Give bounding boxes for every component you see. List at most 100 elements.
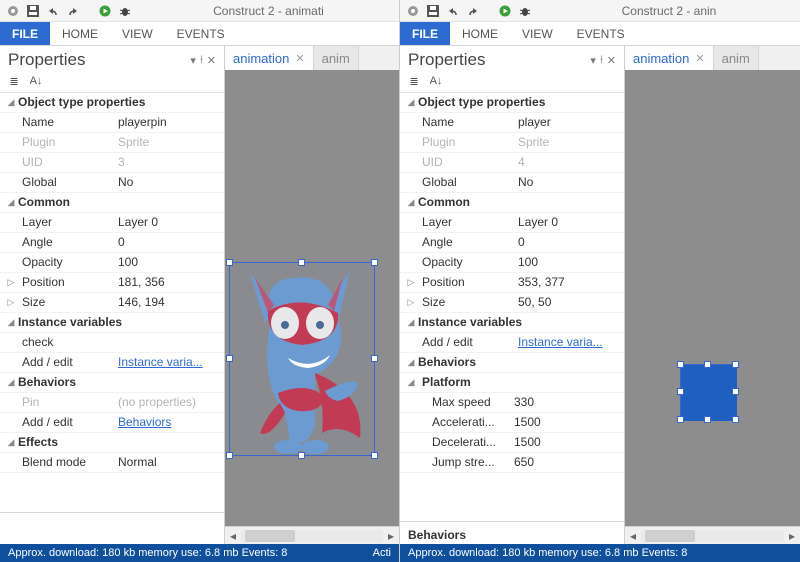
prop-angle-value[interactable]: 0 bbox=[518, 233, 624, 252]
prop-decel-value[interactable]: 1500 bbox=[514, 433, 624, 452]
resize-handle[interactable] bbox=[226, 452, 233, 459]
expand-icon[interactable]: ▷ bbox=[4, 293, 18, 312]
sort-icon[interactable]: A↓ bbox=[28, 74, 44, 88]
prop-accel-value[interactable]: 1500 bbox=[514, 413, 624, 432]
layout-canvas[interactable] bbox=[625, 70, 800, 526]
undo-icon[interactable] bbox=[46, 4, 60, 18]
tab-secondary[interactable]: anim bbox=[314, 46, 359, 70]
prop-angle-value[interactable]: 0 bbox=[118, 233, 224, 252]
prop-position-value[interactable]: 353, 377 bbox=[518, 273, 624, 292]
prop-opacity-value[interactable]: 100 bbox=[118, 253, 224, 272]
resize-handle[interactable] bbox=[226, 259, 233, 266]
scroll-left-icon[interactable]: ◂ bbox=[625, 529, 641, 543]
pin-icon[interactable]: ⟊ bbox=[600, 54, 603, 67]
behaviors-link[interactable]: Behaviors bbox=[118, 413, 224, 432]
expand-icon[interactable]: ▷ bbox=[404, 293, 418, 312]
tab-secondary[interactable]: anim bbox=[714, 46, 759, 70]
prop-name-value[interactable]: player bbox=[518, 113, 624, 132]
selection-box[interactable] bbox=[680, 364, 736, 420]
prop-global-value[interactable]: No bbox=[518, 173, 624, 192]
collapse-icon[interactable]: ◢ bbox=[404, 373, 418, 392]
prop-name-value[interactable]: playerpin bbox=[118, 113, 224, 132]
resize-handle[interactable] bbox=[677, 416, 684, 423]
close-icon[interactable]: ✕ bbox=[295, 52, 304, 65]
debug-icon[interactable] bbox=[518, 4, 532, 18]
menu-home[interactable]: HOME bbox=[50, 22, 110, 45]
resize-handle[interactable] bbox=[371, 355, 378, 362]
save-icon[interactable] bbox=[426, 4, 440, 18]
scroll-right-icon[interactable]: ▸ bbox=[784, 529, 800, 543]
resize-handle[interactable] bbox=[732, 416, 739, 423]
h-scrollbar[interactable]: ◂▸ bbox=[625, 526, 800, 544]
close-icon[interactable]: ✕ bbox=[695, 52, 704, 65]
resize-handle[interactable] bbox=[298, 259, 305, 266]
menu-events[interactable]: EVENTS bbox=[165, 22, 237, 45]
menu-home[interactable]: HOME bbox=[450, 22, 510, 45]
play-icon[interactable] bbox=[498, 4, 512, 18]
resize-handle[interactable] bbox=[704, 416, 711, 423]
resize-handle[interactable] bbox=[226, 355, 233, 362]
resize-handle[interactable] bbox=[371, 452, 378, 459]
collapse-icon[interactable]: ◢ bbox=[4, 93, 18, 112]
prop-size-value[interactable]: 50, 50 bbox=[518, 293, 624, 312]
collapse-icon[interactable]: ◢ bbox=[404, 353, 418, 372]
scroll-right-icon[interactable]: ▸ bbox=[383, 529, 399, 543]
pin-icon[interactable]: ⟊ bbox=[200, 54, 203, 67]
scroll-thumb[interactable] bbox=[245, 530, 295, 542]
menu-events[interactable]: EVENTS bbox=[565, 22, 637, 45]
dropdown-icon[interactable]: ▾ bbox=[190, 54, 196, 67]
resize-handle[interactable] bbox=[677, 388, 684, 395]
undo-icon[interactable] bbox=[446, 4, 460, 18]
close-icon[interactable]: ✕ bbox=[207, 54, 216, 67]
close-icon[interactable]: ✕ bbox=[607, 54, 616, 67]
collapse-icon[interactable]: ◢ bbox=[4, 193, 18, 212]
collapse-icon[interactable]: ◢ bbox=[404, 193, 418, 212]
resize-handle[interactable] bbox=[704, 361, 711, 368]
resize-handle[interactable] bbox=[371, 259, 378, 266]
menu-view[interactable]: VIEW bbox=[510, 22, 565, 45]
tab-animation[interactable]: animation✕ bbox=[625, 46, 714, 70]
prop-jump-value[interactable]: 650 bbox=[514, 453, 624, 472]
prop-position-value[interactable]: 181, 356 bbox=[118, 273, 224, 292]
collapse-icon[interactable]: ◢ bbox=[404, 313, 418, 332]
tab-animation[interactable]: animation✕ bbox=[225, 46, 314, 70]
sort-icon[interactable]: A↓ bbox=[428, 74, 444, 88]
collapse-icon[interactable]: ◢ bbox=[4, 373, 18, 392]
prop-layer-value[interactable]: Layer 0 bbox=[118, 213, 224, 232]
categorize-icon[interactable]: ≣ bbox=[406, 74, 422, 88]
prop-global-value[interactable]: No bbox=[118, 173, 224, 192]
layout-canvas[interactable] bbox=[225, 70, 399, 526]
redo-icon[interactable] bbox=[466, 4, 480, 18]
redo-icon[interactable] bbox=[66, 4, 80, 18]
play-icon[interactable] bbox=[98, 4, 112, 18]
iv-link[interactable]: Instance varia... bbox=[518, 333, 624, 352]
prop-layer-value[interactable]: Layer 0 bbox=[518, 213, 624, 232]
gear-icon[interactable] bbox=[6, 4, 20, 18]
expand-icon[interactable]: ▷ bbox=[4, 273, 18, 292]
resize-handle[interactable] bbox=[298, 452, 305, 459]
gear-icon[interactable] bbox=[406, 4, 420, 18]
resize-handle[interactable] bbox=[732, 361, 739, 368]
prop-opacity-value[interactable]: 100 bbox=[518, 253, 624, 272]
prop-maxspeed-value[interactable]: 330 bbox=[514, 393, 624, 412]
scroll-thumb[interactable] bbox=[645, 530, 695, 542]
expand-icon[interactable]: ▷ bbox=[404, 273, 418, 292]
save-icon[interactable] bbox=[26, 4, 40, 18]
resize-handle[interactable] bbox=[732, 388, 739, 395]
scroll-left-icon[interactable]: ◂ bbox=[225, 529, 241, 543]
debug-icon[interactable] bbox=[118, 4, 132, 18]
menu-file[interactable]: FILE bbox=[0, 22, 50, 45]
collapse-icon[interactable]: ◢ bbox=[4, 433, 18, 452]
prop-size-value[interactable]: 146, 194 bbox=[118, 293, 224, 312]
prop-blend-value[interactable]: Normal bbox=[118, 453, 224, 472]
menu-file[interactable]: FILE bbox=[400, 22, 450, 45]
menu-view[interactable]: VIEW bbox=[110, 22, 165, 45]
collapse-icon[interactable]: ◢ bbox=[4, 313, 18, 332]
collapse-icon[interactable]: ◢ bbox=[404, 93, 418, 112]
dropdown-icon[interactable]: ▾ bbox=[590, 54, 596, 67]
h-scrollbar[interactable]: ◂▸ bbox=[225, 526, 399, 544]
iv-link[interactable]: Instance varia... bbox=[118, 353, 224, 372]
selection-box[interactable] bbox=[229, 262, 375, 456]
resize-handle[interactable] bbox=[677, 361, 684, 368]
categorize-icon[interactable]: ≣ bbox=[6, 74, 22, 88]
